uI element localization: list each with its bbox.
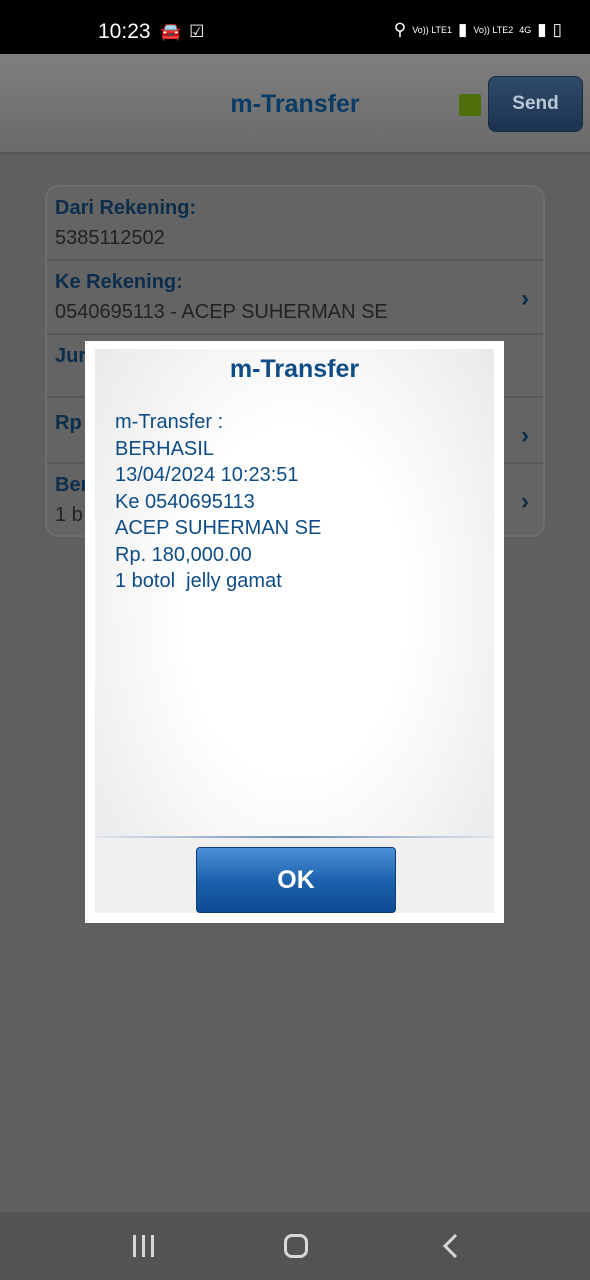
back-icon[interactable] <box>430 1228 470 1264</box>
form-row-label: Dari Rekening: <box>55 197 197 219</box>
battery-charging-icon: ▯ <box>552 20 562 39</box>
chevron-right-icon: › <box>521 488 529 515</box>
check-box-icon: ☑ <box>189 22 205 41</box>
volte-lte2-icon: Vo)) LTE2 <box>473 25 514 35</box>
volte-lte1-icon: Vo)) LTE1 <box>412 25 453 35</box>
message-line: Rp. 180,000.00 <box>115 543 252 566</box>
dialog-footer: OK <box>95 838 494 913</box>
message-line: m-Transfer : <box>115 411 224 433</box>
message-line: Ke 0540695113 <box>115 490 255 513</box>
form-row-label: Ber <box>55 474 89 496</box>
navigation-bar <box>0 1212 590 1280</box>
status-bar: 10:23 🚘 ☑ ⚲ Vo)) LTE1 ▮ Vo)) LTE2 4G ▮ ▯ <box>0 0 590 54</box>
ok-button[interactable]: OK <box>196 847 396 913</box>
car-icon: 🚘 <box>160 22 182 41</box>
dialog-title: m-Transfer <box>229 355 360 383</box>
form-row-label: Rp <box>55 412 82 434</box>
location-icon: ⚲ <box>393 20 407 39</box>
recents-icon[interactable] <box>123 1228 163 1264</box>
send-button[interactable]: Send <box>488 76 583 132</box>
dialog-message: m-Transfer : BERHASIL 13/04/2024 10:23:5… <box>115 409 321 595</box>
form-row-value: 5385112502 <box>55 227 165 249</box>
form-row-source-account[interactable]: Dari Rekening: 5385112502 <box>47 187 543 261</box>
form-row-value: 0540695113 - ACEP SUHERMAN SE <box>55 301 388 323</box>
message-line: BERHASIL <box>115 437 214 460</box>
app-header: m-Transfer Send <box>0 54 590 154</box>
signal-icon: ▮ <box>537 20 547 39</box>
result-dialog: m-Transfer m-Transfer : BERHASIL 13/04/2… <box>85 341 504 923</box>
message-line: 13/04/2024 10:23:51 <box>115 464 299 486</box>
form-row-value: 1 b <box>55 504 83 526</box>
form-row-destination-account[interactable]: Ke Rekening: 0540695113 - ACEP SUHERMAN … <box>47 261 543 335</box>
chevron-right-icon: › <box>521 422 529 449</box>
home-icon[interactable] <box>276 1228 316 1264</box>
form-row-label: Ke Rekening: <box>55 271 183 293</box>
message-line: 1 botol jelly gamat <box>115 570 282 592</box>
4g-icon: 4G <box>519 25 532 35</box>
chevron-right-icon: › <box>521 285 529 312</box>
status-time: 10:23 <box>98 20 151 43</box>
signal-icon: ▮ <box>458 20 468 39</box>
message-line: ACEP SUHERMAN SE <box>115 517 322 539</box>
form-row-label: Jur <box>55 345 87 367</box>
connection-status-indicator <box>459 94 481 116</box>
